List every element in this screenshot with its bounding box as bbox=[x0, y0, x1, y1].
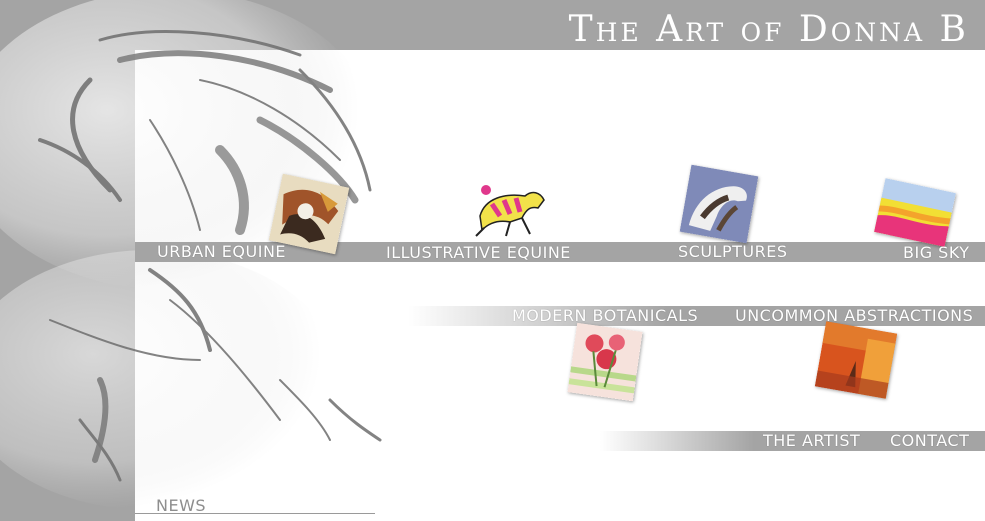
sculptures-thumbnail[interactable] bbox=[679, 164, 759, 244]
uncommon-abstractions-artwork-image bbox=[814, 321, 898, 399]
nav-link-sculptures[interactable]: SCULPTURES bbox=[678, 242, 787, 262]
site-title: The Art of Donna B bbox=[568, 9, 969, 50]
nav-link-the-artist[interactable]: THE ARTIST bbox=[763, 431, 860, 451]
nav-link-big-sky[interactable]: BIG SKY bbox=[903, 243, 970, 263]
illustrative-equine-artwork-image bbox=[475, 185, 545, 237]
modern-botanicals-thumbnail[interactable] bbox=[567, 322, 643, 402]
nav-link-illustrative-equine[interactable]: ILLUSTRATIVE EQUINE bbox=[386, 243, 571, 263]
page: The Art of Donna B URBAN EQUINE ILLUSTRA… bbox=[0, 0, 985, 521]
content-panel-top bbox=[135, 50, 985, 242]
nav-link-uncommon-abstractions[interactable]: UNCOMMON ABSTRACTIONS bbox=[735, 306, 973, 326]
nav-link-contact[interactable]: CONTACT bbox=[890, 431, 969, 451]
nav-link-modern-botanicals[interactable]: MODERN BOTANICALS bbox=[512, 306, 698, 326]
uncommon-abstractions-thumbnail[interactable] bbox=[814, 321, 898, 399]
illustrative-equine-thumbnail[interactable] bbox=[470, 178, 550, 240]
nav-link-urban-equine[interactable]: URBAN EQUINE bbox=[157, 242, 286, 262]
sculpture-artwork-image bbox=[679, 164, 759, 244]
modern-botanicals-artwork-image bbox=[567, 322, 643, 402]
news-divider bbox=[135, 513, 375, 514]
